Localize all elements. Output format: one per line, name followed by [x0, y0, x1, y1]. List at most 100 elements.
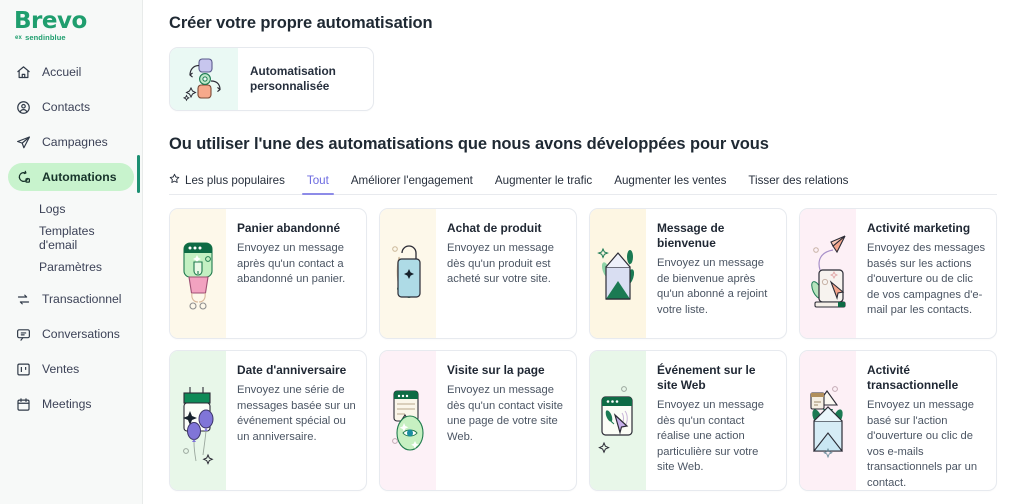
calendar-icon: [16, 397, 31, 412]
sidebar-nav: Accueil Contacts Campagnes Automations L…: [0, 58, 142, 418]
sidebar-item-label: Campagnes: [42, 135, 108, 149]
sales-board-icon: [16, 362, 31, 377]
tab-label: Les plus populaires: [185, 173, 285, 187]
template-card[interactable]: Activité transactionnelle Envoyez un mes…: [799, 350, 997, 491]
sidebar-item-campagnes[interactable]: Campagnes: [8, 128, 134, 156]
template-card-body: Activité marketing Envoyez des messages …: [856, 209, 996, 338]
template-card-title: Date d'anniversaire: [237, 363, 347, 377]
template-card-title: Activité marketing: [867, 221, 971, 235]
tab-label: Tisser des relations: [748, 174, 849, 187]
sidebar-item-contacts[interactable]: Contacts: [8, 93, 134, 121]
logo-subtitle: ex sendinblue: [15, 33, 142, 42]
main-content: Créer votre propre automatisation Automa…: [143, 0, 1024, 504]
sidebar-item-accueil[interactable]: Accueil: [8, 58, 134, 86]
abandoned-cart-illustration: [170, 209, 226, 338]
star-icon: [169, 173, 180, 187]
templates-section-title: Ou utiliser l'une des automatisations qu…: [169, 135, 769, 153]
tab-les-plus-populaires[interactable]: Les plus populaires: [169, 173, 296, 194]
tab-label: Tout: [306, 174, 329, 187]
birthday-balloons-illustration: [170, 351, 226, 490]
template-card-body: Date d'anniversaire Envoyez une série de…: [226, 351, 366, 490]
template-card-body: Événement sur le site Web Envoyez un mes…: [646, 351, 786, 490]
template-card-desc: Envoyez un message de bienvenue après qu…: [657, 257, 768, 316]
page-title: Créer votre propre automatisation: [169, 14, 433, 32]
contacts-icon: [16, 100, 31, 115]
sidebar-item-automations[interactable]: Automations: [8, 163, 134, 191]
transactional-envelope-illustration: [800, 351, 856, 490]
tab-tisser-des-relations[interactable]: Tisser des relations: [737, 174, 859, 194]
logo-ex-label: ex: [15, 34, 23, 41]
sidebar-item-meetings[interactable]: Meetings: [8, 390, 134, 418]
template-card-body: Message de bienvenue Envoyez un message …: [646, 209, 786, 338]
sidebar-item-label: Contacts: [42, 100, 91, 114]
template-card-desc: Envoyez une série de messages basée sur …: [237, 384, 356, 443]
template-card-body: Panier abandonné Envoyez un message aprè…: [226, 209, 366, 338]
sidebar-item-parametres[interactable]: Paramètres: [8, 256, 134, 278]
template-card[interactable]: Date d'anniversaire Envoyez une série de…: [169, 350, 367, 491]
sidebar-item-logs[interactable]: Logs: [8, 198, 134, 220]
template-card-body: Activité transactionnelle Envoyez un mes…: [856, 351, 996, 490]
logo-wordmark: Brevo: [14, 8, 87, 34]
home-icon: [16, 65, 31, 80]
app-root: Brevo ex sendinblue Accueil Contacts Cam…: [0, 0, 1024, 504]
template-card-desc: Envoyez un message basé sur l'action d'o…: [867, 399, 978, 489]
template-card[interactable]: Message de bienvenue Envoyez un message …: [589, 208, 787, 339]
template-card-body: Achat de produit Envoyez un message dès …: [436, 209, 576, 338]
template-card[interactable]: Activité marketing Envoyez des messages …: [799, 208, 997, 339]
template-card-title: Visite sur la page: [447, 363, 545, 377]
tab-label: Améliorer l'engagement: [350, 174, 473, 187]
sidebar-item-label: Logs: [39, 202, 66, 216]
page-visit-eye-illustration: [380, 351, 436, 490]
welcome-envelope-illustration: [590, 209, 646, 338]
sidebar-item-ventes[interactable]: Ventes: [8, 355, 134, 383]
template-card-title: Événement sur le site Web: [657, 363, 756, 392]
template-card-title: Message de bienvenue: [657, 221, 725, 250]
template-card[interactable]: Panier abandonné Envoyez un message aprè…: [169, 208, 367, 339]
sidebar: Brevo ex sendinblue Accueil Contacts Cam…: [0, 0, 143, 504]
sidebar-item-templates-email[interactable]: Templates d'email: [8, 224, 134, 252]
template-card-title: Activité transactionnelle: [867, 363, 959, 392]
tab-label: Augmenter le trafic: [494, 174, 593, 187]
sidebar-item-label: Conversations: [42, 327, 120, 341]
shopping-bag-illustration: [380, 209, 436, 338]
sidebar-item-label: Templates d'email: [39, 224, 95, 252]
template-card-desc: Envoyez des messages basés sur les actio…: [867, 242, 986, 316]
template-card-desc: Envoyez un message dès qu'un contact réa…: [657, 399, 764, 473]
template-card[interactable]: Visite sur la page Envoyez un message dè…: [379, 350, 577, 491]
custom-automation-illustration: [170, 48, 238, 110]
sidebar-item-transactionnel[interactable]: Transactionnel: [8, 285, 134, 313]
tab-tout[interactable]: Tout: [296, 174, 340, 195]
custom-automation-label: Automatisation personnalisée: [250, 64, 336, 93]
custom-automation-card[interactable]: Automatisation personnalisée: [169, 47, 374, 111]
sidebar-item-label: Transactionnel: [42, 292, 122, 306]
tab-augmenter-le-trafic[interactable]: Augmenter le trafic: [484, 174, 603, 194]
automations-icon: [16, 170, 31, 185]
send-icon: [16, 135, 31, 150]
marketing-activity-illustration: [800, 209, 856, 338]
template-card-desc: Envoyez un message après qu'un contact a…: [237, 242, 346, 285]
automation-templates-grid: Panier abandonné Envoyez un message aprè…: [169, 208, 1024, 491]
logo-sendinblue-label: sendinblue: [25, 33, 66, 42]
brevo-logo[interactable]: Brevo ex sendinblue: [0, 4, 142, 48]
template-card[interactable]: Achat de produit Envoyez un message dès …: [379, 208, 577, 339]
template-card-title: Panier abandonné: [237, 221, 341, 235]
category-tabs: Les plus populaires Tout Améliorer l'eng…: [169, 168, 997, 195]
template-card-desc: Envoyez un message dès qu'un produit est…: [447, 242, 554, 285]
chat-icon: [16, 327, 31, 342]
tab-ameliorer-lengagement[interactable]: Améliorer l'engagement: [340, 174, 484, 194]
sidebar-item-label: Paramètres: [39, 260, 102, 274]
tab-label: Augmenter les ventes: [614, 174, 727, 187]
template-card-desc: Envoyez un message dès qu'un contact vis…: [447, 384, 563, 443]
sidebar-item-label: Ventes: [42, 362, 80, 376]
template-card-title: Achat de produit: [447, 221, 542, 235]
website-event-cursor-illustration: [590, 351, 646, 490]
template-card-body: Visite sur la page Envoyez un message dè…: [436, 351, 576, 490]
sidebar-item-label: Accueil: [42, 65, 82, 79]
sidebar-scrollbar[interactable]: [137, 155, 140, 193]
tab-augmenter-les-ventes[interactable]: Augmenter les ventes: [603, 174, 737, 194]
sidebar-item-conversations[interactable]: Conversations: [8, 320, 134, 348]
sidebar-item-label: Meetings: [42, 397, 92, 411]
transactional-icon: [16, 292, 31, 307]
template-card[interactable]: Événement sur le site Web Envoyez un mes…: [589, 350, 787, 491]
sidebar-item-label: Automations: [42, 170, 117, 184]
